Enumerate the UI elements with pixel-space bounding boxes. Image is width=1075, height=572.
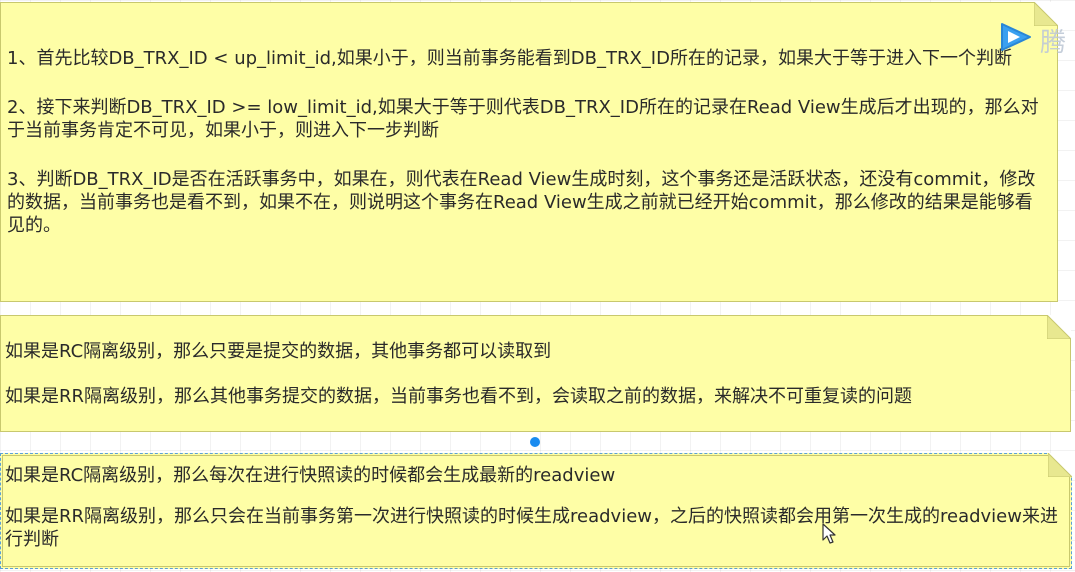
tencent-video-logo: 腾: [996, 18, 1075, 58]
whiteboard-canvas[interactable]: 1、首先比较DB_TRX_ID < up_limit_id,如果小于，则当前事务…: [0, 0, 1075, 572]
note-paragraph: 如果是RC隔离级别，那么每次在进行快照读的时候都会生成最新的readview: [5, 465, 616, 486]
sticky-note-readview-rules[interactable]: 1、首先比较DB_TRX_ID < up_limit_id,如果小于，则当前事务…: [0, 2, 1058, 302]
selection-handle[interactable]: [530, 437, 540, 447]
watermark-brand-text: 腾: [1040, 28, 1067, 58]
mouse-cursor-icon: [822, 523, 836, 544]
sticky-note-readview-generation[interactable]: 如果是RC隔离级别，那么每次在进行快照读的时候都会生成最新的readview 如…: [0, 453, 1072, 569]
sticky-note-rc-rr-visibility[interactable]: 如果是RC隔离级别，那么只要是提交的数据，其他事务都可以读取到 如果是RR隔离级…: [0, 315, 1071, 432]
note-text: 如果是RC隔离级别，那么只要是提交的数据，其他事务都可以读取到 如果是RR隔离级…: [5, 340, 1060, 430]
note-text: 如果是RC隔离级别，那么每次在进行快照读的时候都会生成最新的readview 如…: [5, 464, 1063, 569]
note-paragraph: 1、首先比较DB_TRX_ID < up_limit_id,如果小于，则当前事务…: [7, 48, 1012, 69]
note-text: 1、首先比较DB_TRX_ID < up_limit_id,如果小于，则当前事务…: [7, 47, 1045, 263]
note-paragraph: 3、判断DB_TRX_ID是否在活跃事务中，如果在，则代表在Read View生…: [7, 169, 1036, 236]
note-paragraph: 如果是RR隔离级别，那么其他事务提交的数据，当前事务也看不到，会读取之前的数据，…: [5, 386, 913, 407]
tencent-video-play-icon: [1001, 23, 1031, 51]
note-paragraph: 2、接下来判断DB_TRX_ID >= low_limit_id,如果大于等于则…: [7, 97, 1039, 141]
note-paragraph: 如果是RC隔离级别，那么只要是提交的数据，其他事务都可以读取到: [5, 341, 552, 362]
note-paragraph: 如果是RR隔离级别，那么只会在当前事务第一次进行快照读的时候生成readview…: [5, 506, 1058, 550]
note-corner-fold-icon: [1047, 315, 1071, 339]
